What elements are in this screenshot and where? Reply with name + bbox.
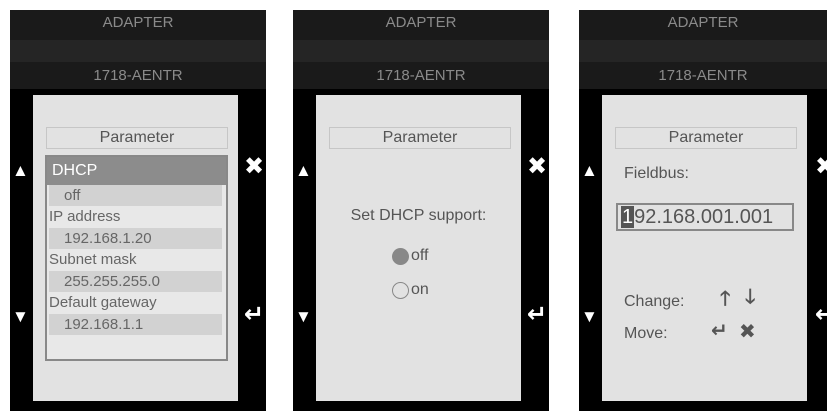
cancel-x-icon[interactable]: ✖ [815,155,827,179]
move-label: Move: [624,325,668,342]
up-arrow-icon[interactable]: ▲ [12,162,29,179]
device-name: 1718-AENTR [10,62,266,89]
section-title: Parameter [329,127,511,149]
close-x-icon: ✖ [739,321,756,343]
list-item-default-gateway[interactable]: Default gateway [47,292,226,314]
header-title: ADAPTER [10,10,266,40]
list-value-default-gateway: 192.168.1.1 [49,314,222,335]
list-value-ip-address: 192.168.1.20 [49,228,222,249]
change-label: Change: [624,293,685,310]
radio-label-on: on [411,281,429,298]
list-item-ip-address[interactable]: IP address [47,206,226,228]
dhcp-prompt: Set DHCP support: [350,207,487,224]
up-arrow-icon[interactable]: ▲ [295,162,312,179]
header-spacer [10,40,266,62]
down-arrow-icon[interactable]: ▼ [295,308,312,325]
radio-option-on[interactable]: on [392,281,429,299]
ip-cursor-digit: 1 [621,206,635,228]
radio-option-off[interactable]: off [392,247,429,265]
lcd-screen: Parameter Set DHCP support: off on [316,95,521,401]
list-value-dhcp: off [49,185,222,206]
enter-icon[interactable]: ↵ [244,303,264,327]
ip-address-rest: 92.168.001.001 [634,206,774,228]
device-name: 1718-AENTR [579,62,827,89]
display-panel-1: ADAPTER 1718-AENTR ▲ ▼ ✖ ↵ Parameter DHC… [10,10,266,411]
up-arrow-icon[interactable]: ▲ [581,162,598,179]
radio-label-off: off [411,247,429,264]
lcd-screen: Parameter DHCP off IP address 192.168.1.… [33,95,238,401]
list-item-subnet-mask[interactable]: Subnet mask [47,249,226,271]
display-panel-3: ADAPTER 1718-AENTR ▲ ▼ ✖ ↵ Parameter Fie… [579,10,827,411]
section-title: Parameter [46,127,228,149]
section-title: Parameter [615,127,797,149]
down-arrow-icon[interactable]: ▼ [581,308,598,325]
down-arrow-icon[interactable]: ▼ [12,308,29,325]
device-name: 1718-AENTR [293,62,549,89]
list-item-dhcp-selected[interactable]: DHCP [47,157,226,185]
list-value-subnet-mask: 255.255.255.0 [49,271,222,292]
radio-unselected-icon [392,281,409,299]
parameter-list: DHCP off IP address 192.168.1.20 Subnet … [45,155,228,361]
lcd-screen: Parameter Fieldbus: 192.168.001.001 Chan… [602,95,807,401]
header-spacer [579,40,827,62]
header-title: ADAPTER [293,10,549,40]
cancel-x-icon[interactable]: ✖ [244,155,264,179]
arrow-down-icon: 🡓 [745,286,756,308]
enter-icon: ↵ [711,320,728,342]
header-title: ADAPTER [579,10,827,40]
arrow-up-icon: 🡑 [720,288,731,310]
ip-address-input[interactable]: 192.168.001.001 [616,203,794,231]
cancel-x-icon[interactable]: ✖ [527,155,547,179]
enter-icon[interactable]: ↵ [527,303,547,327]
enter-icon[interactable]: ↵ [815,303,827,327]
radio-selected-icon [392,247,409,265]
header-spacer [293,40,549,62]
fieldbus-label: Fieldbus: [624,165,689,182]
display-panel-2: ADAPTER 1718-AENTR ▲ ▼ ✖ ↵ Parameter Set… [293,10,549,411]
